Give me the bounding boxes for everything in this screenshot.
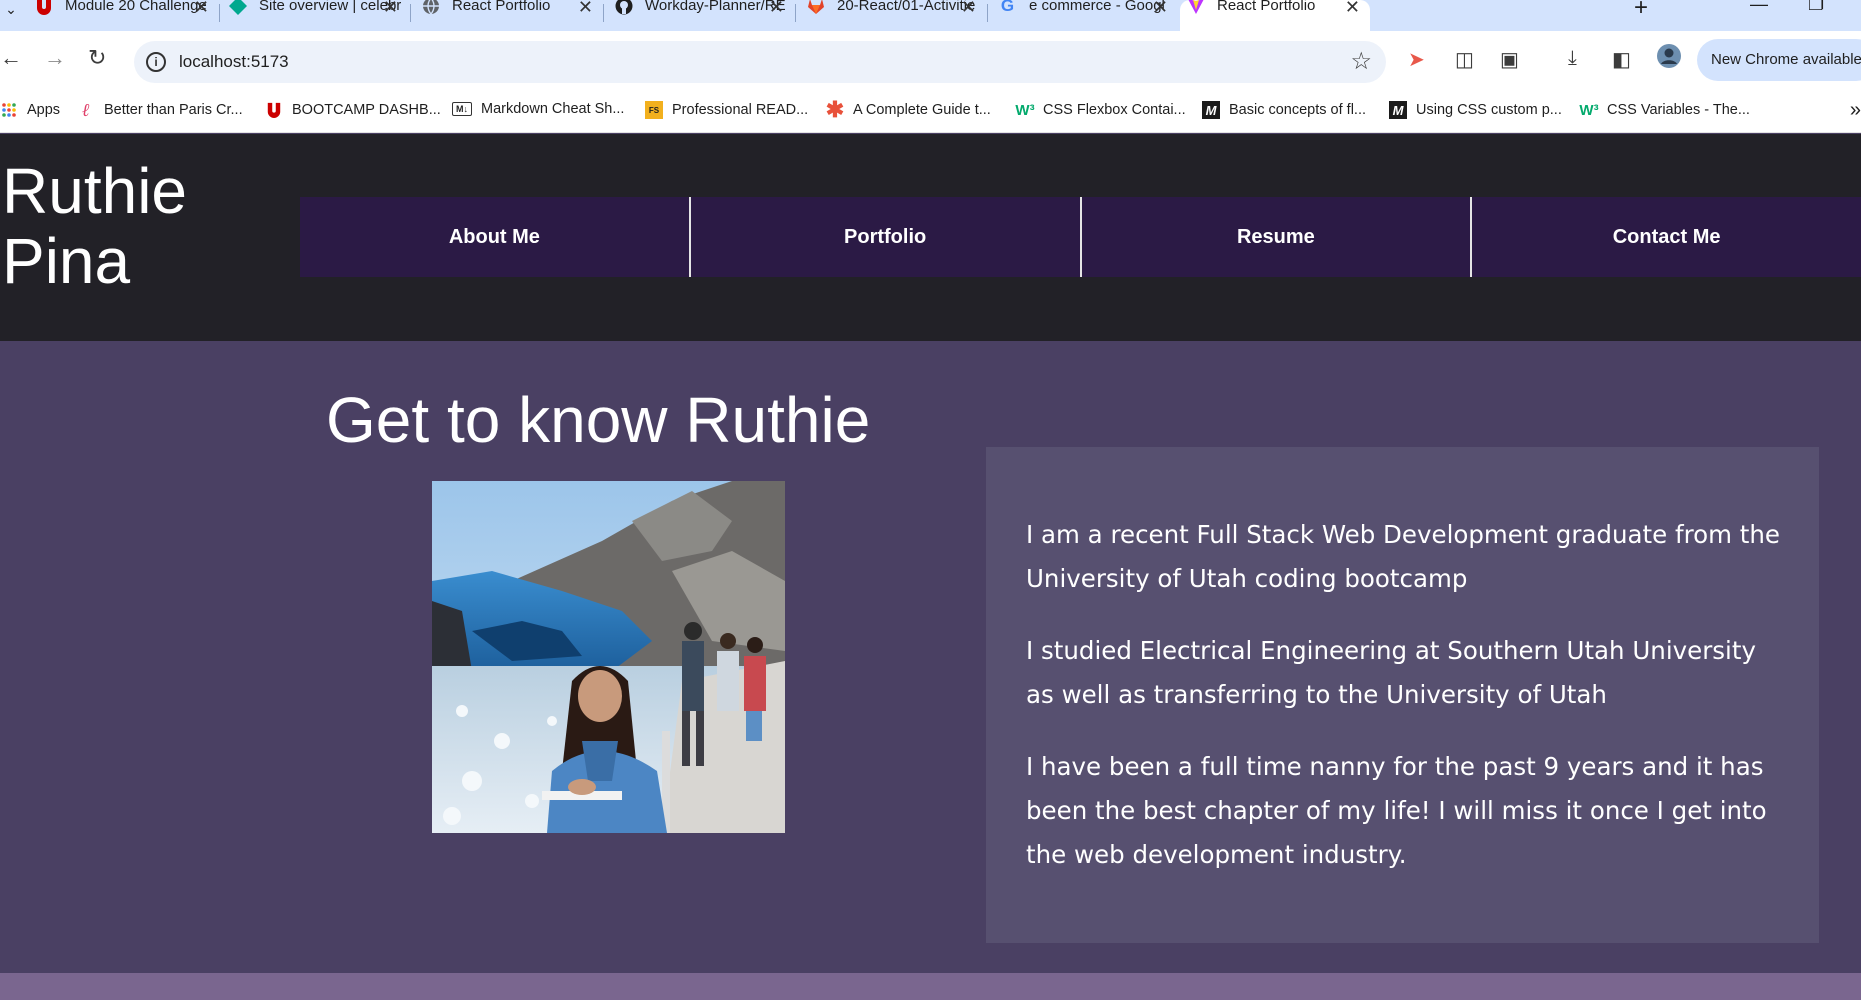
bio-card: I am a recent Full Stack Web Development… [986,447,1819,943]
bookmark-item[interactable]: M↓ Markdown Cheat Sh... [452,101,624,117]
vite-icon [1186,0,1205,15]
extension-arrow-icon[interactable]: ➤ [1408,47,1425,72]
tab-strip: ⌄ Module 20 Challenge ✕ Site overview | … [0,0,1861,31]
bookmark-item[interactable]: W³ CSS Flexbox Contai... [1015,101,1186,119]
bookmark-label: Using CSS custom p... [1416,102,1562,118]
script-l-icon: ℓ [82,99,90,121]
restore-icon[interactable]: ❐ [1808,0,1824,15]
cast-icon[interactable]: ◫ [1455,47,1474,72]
close-icon[interactable]: ✕ [578,0,593,18]
tab-20-react-activities[interactable]: 20-React/01-Activitie ✕ [806,0,986,31]
bookmark-label: BOOTCAMP DASHB... [292,102,441,118]
tab-react-portfolio[interactable]: React Portfolio ✕ [421,0,603,31]
bookmark-item[interactable]: FS Professional READ... [645,101,808,119]
tab-separator [603,4,604,22]
close-icon[interactable]: ✕ [961,0,976,18]
bookmark-star-icon[interactable]: ☆ [1350,47,1372,76]
back-arrow-icon[interactable]: ← [0,45,22,71]
bookmark-item[interactable]: BOOTCAMP DASHB... [265,101,441,119]
tab-separator [410,4,411,22]
about-heading: Get to know Ruthie [326,384,871,456]
close-icon[interactable]: ✕ [769,0,784,18]
w3-icon: W³ [1015,101,1035,119]
close-icon[interactable]: ✕ [194,0,209,18]
bookmark-item[interactable]: ✱ A Complete Guide t... [825,97,991,122]
main-nav: About Me Portfolio Resume Contact Me [300,197,1861,277]
nav-resume[interactable]: Resume [1082,197,1473,277]
bookmark-item[interactable]: M Using CSS custom p... [1389,101,1562,119]
url-text[interactable]: localhost:5173 [179,52,289,72]
nav-about-me[interactable]: About Me [300,197,691,277]
bio-paragraph: I have been a full time nanny for the pa… [1026,752,1767,869]
globe-icon [421,0,440,15]
tab-separator [795,4,796,22]
reload-icon[interactable]: ↻ [88,45,106,71]
nav-portfolio[interactable]: Portfolio [691,197,1082,277]
close-icon[interactable]: ✕ [383,0,398,18]
tab-workday-planner[interactable]: Workday-Planner/RE ✕ [614,0,794,31]
tab-module-20-challenge[interactable]: Module 20 Challenge ✕ [34,0,219,31]
bio-paragraph: I studied Electrical Engineering at Sout… [1026,636,1756,709]
bookmarks-bar: Apps ℓ Better than Paris Cr... BOOTCAMP … [0,93,1861,133]
more-bookmarks-chevron-icon[interactable]: » [1850,99,1861,122]
bio-paragraph: I am a recent Full Stack Web Development… [1026,520,1780,593]
diamond-icon [228,0,247,15]
github-icon [614,0,633,15]
about-section: Get to know Ruthie I am a recent Full St… [0,341,1861,973]
mdn-icon: M [1202,101,1220,119]
markdown-icon: M↓ [452,102,472,116]
forward-arrow-icon[interactable]: → [44,45,66,71]
tab-e-commerce[interactable]: G e commerce - Googl ✕ [998,0,1178,31]
bookmark-label: CSS Flexbox Contai... [1043,102,1186,118]
profile-avatar[interactable] [1656,43,1682,75]
bookmark-item[interactable]: W³ CSS Variables - The... [1579,101,1750,119]
tab-separator [987,4,988,22]
mdn-icon: M [1389,101,1407,119]
bookmark-label: A Complete Guide t... [853,102,991,118]
profile-photo [432,481,785,833]
site-header: Ruthie Pina About Me Portfolio Resume Co… [0,134,1861,341]
bookmark-label: Apps [27,102,61,118]
browser-toolbar: ← → ↻ i localhost:5173 ☆ ➤ ◫ ▣ ⤓ ◧ New C… [0,31,1861,93]
minimize-icon[interactable]: — [1750,0,1768,15]
apps-grid-icon [0,101,18,119]
bookmark-label: CSS Variables - The... [1607,102,1750,118]
bookmark-label: Better than Paris Cr... [104,102,243,118]
site-name: Ruthie Pina [2,155,187,297]
tab-react-portfolio-active[interactable]: React Portfolio ✕ [1180,0,1370,31]
bookmark-item[interactable]: ℓ Better than Paris Cr... [77,99,243,121]
bookmark-label: Markdown Cheat Sh... [481,101,625,117]
tab-separator [219,4,220,22]
bookmark-item[interactable]: Apps [0,101,60,119]
utah-u-icon [265,101,283,119]
tab-site-overview[interactable]: Site overview | celebr ✕ [228,0,408,31]
close-icon[interactable]: ✕ [1153,0,1168,18]
address-bar[interactable]: i localhost:5173 ☆ [134,41,1386,83]
bookmark-item[interactable]: M Basic concepts of fl... [1202,101,1366,119]
w3-icon: W³ [1579,101,1599,119]
tab-search-chevron-icon[interactable]: ⌄ [0,0,22,18]
footer [0,973,1861,1000]
puzzle-extensions-icon[interactable]: ▣ [1500,47,1519,72]
close-icon[interactable]: ✕ [1345,0,1360,18]
download-icon[interactable]: ⤓ [1568,47,1577,70]
google-icon: G [1000,0,1015,15]
site-info-icon[interactable]: i [146,52,166,72]
bookmark-label: Professional READ... [672,102,809,118]
new-tab-plus-icon[interactable]: + [1634,0,1648,22]
utah-u-icon [34,0,53,15]
update-chrome-button[interactable]: New Chrome available [1697,39,1861,81]
gitlab-icon [806,0,825,15]
nav-contact-me[interactable]: Contact Me [1472,197,1861,277]
fs-icon: FS [645,101,663,119]
side-panel-icon[interactable]: ◧ [1612,47,1631,72]
asterisk-icon: ✱ [825,97,845,122]
bookmark-label: Basic concepts of fl... [1229,102,1367,118]
